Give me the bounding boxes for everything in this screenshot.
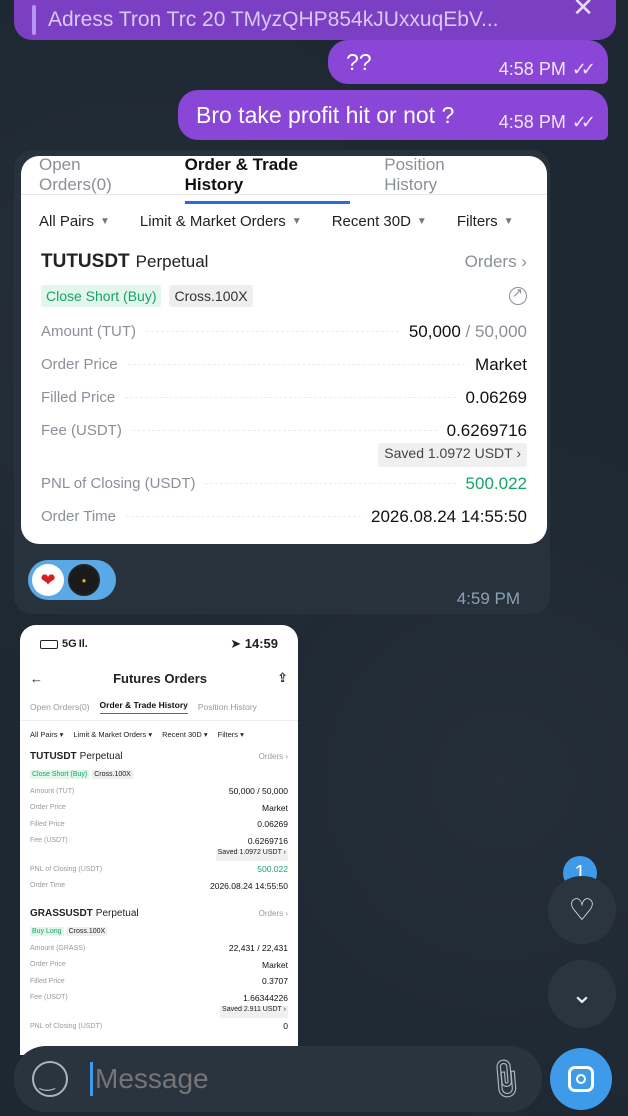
shot-row: Amount (GRASS) 22,431 / 22,431: [30, 943, 288, 954]
badges: Close Short (Buy) Cross.100X: [21, 285, 547, 307]
shot-row: Order Time 2026.08.24 14:55:50: [30, 880, 288, 891]
outgoing-message[interactable]: Bro take profit hit or not ? 4:58 PM ✓✓: [178, 90, 608, 140]
share-icon[interactable]: [509, 285, 527, 305]
paperclip-icon[interactable]: 📎︎: [479, 1053, 531, 1104]
shot-pair-row: GRASSUSDT Perpetual Orders ›: [30, 907, 288, 919]
battery-icon: [40, 639, 58, 649]
shot-saved: Saved 1.0972 USDT ›: [20, 849, 298, 861]
reply-text: Adress Tron Trc 20 TMyzQHP854kJUxxuqEbV.…: [48, 8, 499, 31]
shot-row: PNL of Closing (USDT) 500.022: [30, 864, 288, 875]
back-arrow-icon: ←: [30, 670, 43, 686]
caret-down-icon: ▼: [416, 215, 427, 227]
saved-badge: Saved 1.0972 USDT ›: [378, 443, 527, 467]
tab-order-trade-history[interactable]: Order & Trade History: [184, 156, 351, 204]
shot-row: Order Price Market: [30, 959, 288, 970]
phone-clock: ➤ 14:59: [230, 636, 278, 651]
outgoing-message[interactable]: ?? 4:58 PM ✓✓: [328, 40, 608, 84]
shot-tabs: Open Orders(0) Order & Trade History Pos…: [20, 693, 298, 721]
caret-down-icon: ▼: [291, 215, 302, 227]
double-check-icon: ✓✓: [571, 111, 596, 132]
shot-saved: Saved 2.911 USDT ›: [20, 1006, 298, 1018]
pair-type: Perpetual: [135, 252, 209, 271]
tab-open-orders[interactable]: Open Orders(0): [39, 156, 151, 195]
reactions-button[interactable]: ♡: [548, 876, 616, 944]
camera-button[interactable]: [550, 1048, 612, 1110]
camera-icon: [568, 1066, 594, 1092]
filled-price-row: Filled Price 0.06269: [41, 387, 527, 407]
reply-bar: [32, 5, 36, 35]
shot-row: Fee (USDT) 0.6269716: [30, 835, 288, 846]
message-input[interactable]: [90, 1062, 486, 1096]
phone-status-bar: 5G Il. ➤ 14:59: [20, 625, 298, 663]
shot-row: PNL of Closing (USDT) 0: [30, 1021, 288, 1032]
close-icon[interactable]: ✕: [572, 0, 594, 23]
caret-down-icon: ▼: [100, 215, 110, 227]
order-tabs: Open Orders(0) Order & Trade History Pos…: [21, 156, 547, 204]
chevron-down-icon: ⌄: [571, 978, 593, 1009]
orders-link[interactable]: Orders ›: [465, 252, 527, 272]
heart-outline-icon: ♡: [568, 893, 596, 927]
filter-order-type[interactable]: Limit & Market Orders ▼: [140, 213, 302, 230]
shot-badges: Close Short (Buy) Cross.100X: [30, 769, 133, 779]
margin-badge: Cross.100X: [169, 285, 253, 307]
filter-all-pairs[interactable]: All Pairs ▼: [39, 213, 110, 230]
message-time: 4:58 PM ✓✓: [498, 111, 596, 132]
order-card-image[interactable]: Open Orders(0) Order & Trade History Pos…: [21, 156, 547, 544]
export-icon: ⇪: [277, 670, 288, 685]
shot-pair-row: TUTUSDT Perpetual Orders ›: [30, 750, 288, 762]
saved-row: Saved 1.0972 USDT ›: [21, 443, 547, 467]
shot-row: Order Price Market: [30, 802, 288, 813]
double-check-icon: ✓✓: [571, 58, 596, 79]
message-text: ??: [346, 48, 372, 75]
shot-badges: Buy Long Cross.100X: [30, 926, 108, 936]
scroll-down-button[interactable]: ⌄: [548, 960, 616, 1028]
order-time-row: Order Time 2026.08.24 14:55:50: [41, 506, 527, 526]
heart-on-fire-reaction-icon[interactable]: ❤: [32, 564, 64, 596]
emoji-icon[interactable]: [32, 1061, 68, 1097]
avatar-reaction-icon[interactable]: ●: [68, 564, 100, 596]
message-text: Bro take profit hit or not ?: [196, 101, 455, 128]
shot-filters: All Pairs ▾ Limit & Market Orders ▾ Recent…: [30, 729, 244, 739]
filter-period[interactable]: Recent 30D ▼: [332, 213, 427, 230]
pair-symbol: TUTUSDT: [41, 251, 130, 272]
order-price-row: Order Price Market: [41, 354, 527, 374]
amount-row: Amount (TUT) 50,000 / 50,000: [41, 321, 527, 341]
reactions[interactable]: ❤ ●: [28, 560, 116, 600]
shot-header: ← Futures Orders ⇪: [30, 670, 288, 686]
shot-row: Amount (TUT) 50,000 / 50,000: [30, 786, 288, 797]
message-time: 4:59 PM: [456, 589, 520, 608]
message-composer: 📎︎: [14, 1046, 542, 1112]
filter-more[interactable]: Filters ▼: [457, 213, 514, 230]
screenshot-image-message[interactable]: 5G Il. ➤ 14:59 ← Futures Orders ⇪ Open Or…: [20, 625, 298, 1055]
shot-row: Filled Price 0.3707: [30, 976, 288, 987]
side-badge: Close Short (Buy): [41, 285, 162, 307]
tab-position-history[interactable]: Position History: [384, 156, 495, 195]
pnl-row: PNL of Closing (USDT) 500.022: [41, 473, 527, 493]
pair-row: TUTUSDT Perpetual Orders ›: [21, 247, 547, 277]
reply-preview[interactable]: Adress Tron Trc 20 TMyzQHP854kJUxxuqEbV.…: [14, 0, 616, 40]
shot-row: Fee (USDT) 1.66344226: [30, 992, 288, 1003]
caret-down-icon: ▼: [503, 215, 514, 227]
message-time: 4:58 PM ✓✓: [498, 58, 596, 79]
shot-row: Filled Price 0.06269: [30, 819, 288, 830]
